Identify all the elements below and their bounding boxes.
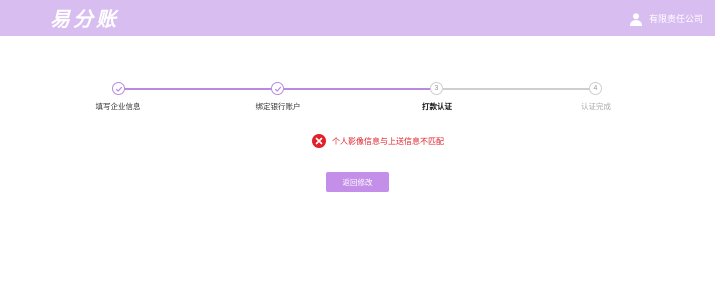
progress-steps: 填写企业信息 绑定银行账户 3 打款认证 4 认证完成 [0, 80, 715, 120]
step-connector-3 [443, 88, 590, 90]
step-connector-2 [284, 88, 431, 90]
app-logo[interactable]: 易分账 [50, 3, 119, 32]
step-1-label: 填写企业信息 [95, 102, 141, 111]
user-account-area[interactable]: 有限责任公司 [629, 10, 703, 26]
step-3-circle: 3 [430, 82, 443, 95]
error-text: 个人影像信息与上送信息不匹配 [332, 136, 444, 146]
user-icon[interactable] [629, 11, 643, 26]
company-name[interactable]: 有限责任公司 [649, 12, 703, 25]
step-4-circle: 4 [589, 82, 602, 95]
step-4-label: 认证完成 [581, 102, 611, 111]
close-circle-icon [312, 134, 326, 148]
step-connector-1 [125, 88, 272, 90]
step-3-label: 打款认证 [422, 102, 452, 111]
error-message: 个人影像信息与上送信息不匹配 [312, 134, 444, 148]
top-header-bar: 易分账 有限责任公司 [0, 0, 715, 36]
step-3-number: 3 [434, 85, 439, 92]
step-2-check-icon [271, 82, 284, 95]
back-to-edit-button[interactable]: 返回修改 [326, 172, 389, 192]
step-1-check-icon [112, 82, 125, 95]
step-4-number: 4 [593, 85, 598, 92]
step-2-label: 绑定银行账户 [255, 102, 301, 111]
